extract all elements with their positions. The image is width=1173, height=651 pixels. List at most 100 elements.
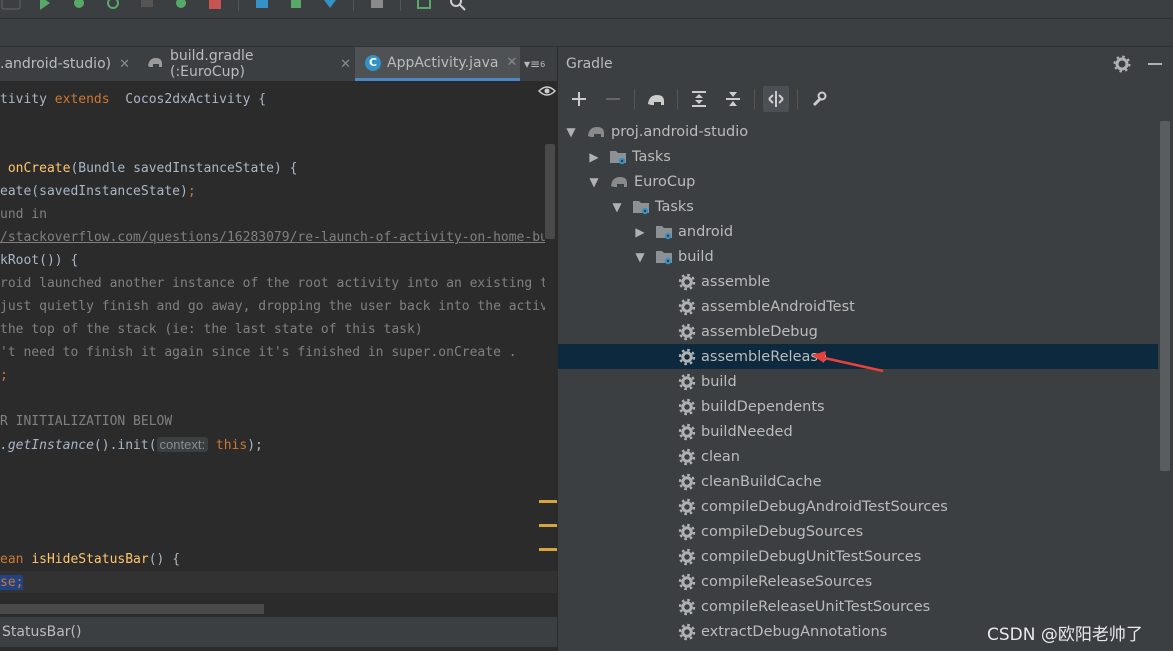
execute-gradle-task-icon[interactable] (643, 86, 669, 112)
tree-node-label: compileReleaseUnitTestSources (701, 598, 931, 615)
editor-tab-bar: .android-studio) ✕ build.gradle (:EuroCu… (0, 47, 557, 82)
gradle-task-item[interactable]: clean (558, 444, 1158, 469)
gradle-task-item[interactable]: assemble (558, 269, 1158, 294)
breadcrumb[interactable]: StatusBar() (0, 617, 557, 647)
warning-marker[interactable] (539, 524, 557, 527)
code-line: kRoot()) { (0, 253, 79, 268)
tree-node[interactable]: ▼ EuroCup (558, 169, 1158, 194)
attach-debugger-icon[interactable] (170, 0, 192, 13)
chevron-right-icon[interactable]: ▶ (587, 150, 601, 164)
gradle-task-item[interactable]: compileReleaseUnitTestSources (558, 594, 1158, 619)
tab-project-file[interactable]: .android-studio) ✕ (0, 47, 132, 81)
expand-all-icon[interactable] (686, 86, 712, 112)
gradle-toolbar (558, 83, 1173, 115)
sdk-manager-icon[interactable] (319, 0, 341, 13)
gear-icon (678, 323, 696, 341)
panel-title: Gradle (566, 56, 613, 72)
run-icon[interactable] (34, 0, 56, 13)
code-line: tivity extends Cocos2dxActivity { (0, 92, 267, 107)
close-icon[interactable]: ✕ (119, 57, 130, 72)
tree-node-label: compileDebugUnitTestSources (701, 548, 922, 565)
collapse-all-icon[interactable] (720, 86, 746, 112)
gradle-task-item[interactable]: buildDependents (558, 394, 1158, 419)
gear-icon[interactable] (1113, 55, 1131, 73)
wrench-icon[interactable] (806, 86, 832, 112)
tree-node-label: Tasks (632, 148, 671, 165)
gear-icon (678, 623, 696, 641)
close-icon[interactable]: ✕ (507, 55, 518, 70)
tree-node-label: android (678, 223, 734, 240)
gradle-task-item[interactable]: cleanBuildCache (558, 469, 1158, 494)
tasks-folder-icon (655, 223, 673, 241)
tree-node-label: clean (701, 448, 740, 465)
gradle-panel: Gradle ▼ proj.android-studio ▶ Tasks ▼ EuroCu… (557, 47, 1173, 651)
gear-icon (678, 498, 696, 516)
tasks-folder-icon (655, 248, 673, 266)
tree-node[interactable]: ▶ android (558, 219, 1158, 244)
code-comment-link[interactable]: /stackoverflow.com/questions/16283079/re… (0, 228, 545, 248)
close-icon[interactable]: ✕ (340, 57, 351, 72)
chevron-down-icon[interactable]: ▼ (633, 250, 647, 264)
gear-icon (678, 398, 696, 416)
minimize-icon[interactable] (1148, 63, 1162, 65)
gradle-task-item[interactable]: compileDebugUnitTestSources (558, 544, 1158, 569)
tree-node[interactable]: ▼ proj.android-studio (558, 119, 1158, 144)
chevron-down-icon[interactable]: ▼ (564, 125, 578, 139)
tree-node-label: compileReleaseSources (701, 573, 873, 590)
toggle-offline-mode-icon[interactable] (763, 86, 789, 112)
project-structure-icon[interactable] (366, 0, 388, 13)
code-line: se; (0, 575, 24, 590)
tab-overflow-button[interactable]: ▾≡ 6 (524, 47, 556, 81)
tab-build-gradle[interactable]: build.gradle (:EuroCup) ✕ (146, 47, 351, 81)
gear-icon (678, 348, 696, 366)
chevron-down-icon: ▾≡ (524, 57, 541, 71)
avd-manager-icon[interactable] (285, 0, 307, 13)
tree-node-label: proj.android-studio (611, 123, 749, 140)
tree-node[interactable]: ▼ build (558, 244, 1158, 269)
chevron-right-icon[interactable]: ▶ (633, 225, 647, 239)
watermark: CSDN @欧阳老帅了 (987, 625, 1143, 645)
gear-icon (678, 373, 696, 391)
gear-icon (678, 573, 696, 591)
gradle-task-item[interactable]: assembleDebug (558, 319, 1158, 344)
tree-node[interactable]: ▼ Tasks (558, 194, 1158, 219)
vertical-scrollbar[interactable] (1160, 121, 1170, 471)
profile-icon[interactable] (136, 0, 158, 13)
stop-icon[interactable] (204, 0, 226, 13)
tab-app-activity[interactable]: C AppActivity.java ✕ (355, 47, 520, 81)
code-editor: .android-studio) ✕ build.gradle (:EuroCu… (0, 47, 557, 651)
tree-node-label: assemble (701, 273, 771, 290)
dropdown-icon[interactable] (0, 0, 22, 13)
gear-icon (678, 273, 696, 291)
warning-marker[interactable] (539, 548, 557, 551)
chevron-down-icon[interactable]: ▼ (610, 200, 624, 214)
apply-changes-icon[interactable] (102, 0, 124, 13)
chevron-down-icon[interactable]: ▼ (587, 175, 601, 189)
search-icon[interactable] (447, 0, 469, 13)
warning-marker[interactable] (539, 500, 557, 503)
tree-node[interactable]: ▶ Tasks (558, 144, 1158, 169)
vertical-scrollbar[interactable] (545, 144, 555, 239)
gradle-task-item[interactable]: compileReleaseSources (558, 569, 1158, 594)
add-icon[interactable] (566, 86, 592, 112)
tab-label: .android-studio) (0, 56, 112, 72)
code-line: eate(savedInstanceState); (0, 184, 196, 199)
remove-icon[interactable] (600, 86, 626, 112)
gradle-elephant-icon (609, 173, 629, 191)
horizontal-scrollbar[interactable] (0, 604, 264, 614)
code-comment: und in (0, 207, 47, 222)
layout-inspector-icon[interactable] (413, 0, 435, 13)
code-line: ean isHideStatusBar() { (0, 552, 181, 567)
gradle-task-item[interactable]: buildNeeded (558, 419, 1158, 444)
tree-node-label: assembleDebug (701, 323, 818, 340)
gradle-task-tree: ▼ proj.android-studio ▶ Tasks ▼ EuroCup ▼ Tasks… (558, 119, 1173, 651)
gradle-task-item[interactable]: compileDebugSources (558, 519, 1158, 544)
debug-icon[interactable] (68, 0, 90, 13)
gradle-task-item[interactable]: compileDebugAndroidTestSources (558, 494, 1158, 519)
tree-node-label: buildNeeded (701, 423, 793, 440)
gradle-task-item[interactable]: assembleAndroidTest (558, 294, 1158, 319)
sync-project-icon[interactable] (251, 0, 273, 13)
annotation-arrow (812, 351, 884, 373)
tab-label: build.gradle (:EuroCup) (170, 48, 254, 80)
code-area[interactable]: tivity extends Cocos2dxActivity { onCrea… (0, 84, 545, 604)
